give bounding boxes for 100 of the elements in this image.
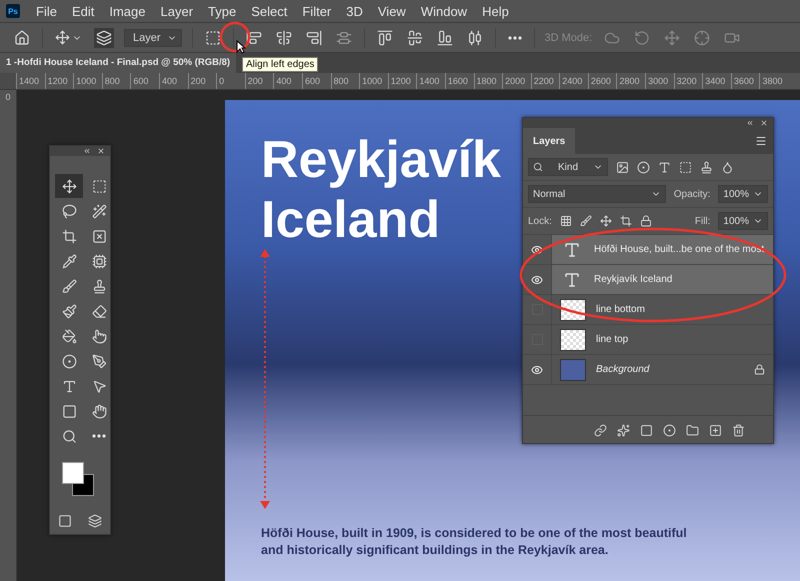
align-left-icon [246,30,262,46]
lock-pixels-icon[interactable] [560,215,572,227]
filter-dropdown[interactable]: Kind [528,158,608,176]
zoom-icon [62,428,76,444]
history-brush-icon [62,304,76,318]
smart-object-filter-icon[interactable] [700,160,713,174]
image-filter-icon[interactable] [616,160,629,174]
align-right-icon [306,30,322,46]
layer-row[interactable]: Background [552,355,773,384]
opacity-label: Opacity: [674,188,710,200]
menu-item[interactable]: Type [208,4,236,18]
menu-item[interactable]: View [378,4,406,18]
visibility-eye-icon[interactable] [531,244,543,256]
layer-row[interactable]: line top [552,325,773,354]
ruler-number: 1600 [444,73,474,89]
type-filter-icon[interactable] [658,160,671,174]
foreground-color-swatch[interactable] [62,462,84,484]
document-tab[interactable]: 1 -Hofdi House Iceland - Final.psd @ 50% (RGB/8) [0,53,236,73]
shape-layer-thumbnail [560,328,586,350]
ruler-number: 200 [244,73,274,89]
lock-all-icon[interactable] [640,215,652,227]
more-button[interactable] [506,34,524,42]
ruler-number: 1200 [44,73,74,89]
search-icon [533,162,543,172]
more-icon [92,434,106,438]
menu-item[interactable]: Select [251,4,288,18]
visibility-eye-icon[interactable] [531,364,543,376]
menu-item[interactable]: 3D [346,4,363,18]
menu-item[interactable]: Layer [160,4,194,18]
layer-row[interactable]: Reykjavík Iceland [552,265,773,294]
stamp-icon [92,278,106,294]
quick-mask-icon[interactable] [58,514,72,528]
ruler-number: 2400 [559,73,588,89]
ruler-number: 1200 [388,73,416,89]
menu-item[interactable]: File [36,4,57,18]
menu-item[interactable]: Image [109,4,146,18]
menu-item[interactable]: Window [420,4,468,18]
new-layer-icon[interactable] [709,424,722,437]
blend-mode-dropdown[interactable]: Normal [528,185,666,203]
ruler-number: 600 [302,73,331,89]
menu-item[interactable]: Edit [72,4,94,18]
layer-dropdown[interactable]: Layer [124,28,182,46]
ruler-number: 2000 [502,73,531,89]
close-icon[interactable] [97,147,105,155]
collapse-icon[interactable] [83,147,91,155]
document-caption: Höfði House, built in 1909, is considered to be one of the most beautiful and historically significant buildings in the Reykjavík area. [261,525,688,559]
align-top-icon [376,30,393,46]
layer-name: Background [596,364,650,375]
menu-item[interactable]: Filter [302,4,332,18]
layers-icon [96,30,112,46]
ruler-number: 1000 [359,73,388,89]
lock-artboard-icon[interactable] [620,215,632,227]
app-logo[interactable]: Ps [6,4,20,18]
hand-icon [92,404,106,418]
layers-tab[interactable]: Layers [523,128,576,154]
crosshair-icon [694,30,710,46]
ruler-number: 2600 [588,73,616,89]
ruler-number: 400 [273,73,302,89]
shape-filter-icon[interactable] [679,160,692,174]
collapse-icon[interactable] [746,119,754,127]
dashed-square-icon [204,30,221,46]
ruler-number: 3000 [645,73,674,89]
visibility-toggle[interactable] [532,304,542,315]
lock-paint-icon[interactable] [580,215,592,227]
filter-toggle-icon[interactable] [721,160,734,174]
menu-item[interactable]: Help [482,4,509,18]
ruler-number: 3800 [759,73,788,89]
paint-bucket-icon [62,328,76,344]
cloud-icon [604,30,620,46]
ruler-number: 0 [216,73,245,89]
ruler-number: 2200 [530,73,560,89]
layer-row[interactable]: line bottom [552,295,773,324]
ruler-number: 1000 [73,73,102,89]
ruler-number: 1400 [416,73,445,89]
link-icon[interactable] [594,424,607,437]
lock-position-icon[interactable] [600,215,612,227]
screen-mode-icon[interactable] [88,514,102,528]
home-icon [14,30,30,46]
ruler-number: 600 [130,73,159,89]
move-tool-button[interactable] [55,174,83,198]
mask-icon[interactable] [640,424,653,437]
ruler-number: 200 [188,73,216,89]
opacity-field[interactable]: 100% [718,185,768,203]
layer-name: line bottom [596,304,646,315]
folder-icon[interactable] [686,424,699,437]
fill-label: Fill: [694,216,710,226]
visibility-eye-icon[interactable] [531,274,543,286]
fill-field[interactable]: 100% [718,212,768,230]
ruler-number: 3200 [674,73,702,89]
close-icon[interactable] [760,119,768,127]
effects-icon[interactable] [617,424,630,437]
trash-icon[interactable] [732,424,745,437]
auto-select-button[interactable] [94,28,114,48]
tooltip: Align left edges [242,57,318,72]
ruler-number: 0 [5,92,10,102]
panel-menu-icon[interactable] [755,135,767,147]
eyedropper-icon [62,254,76,268]
document-title: Reykjavík [261,130,501,190]
annotation-circle [220,22,250,52]
eraser-icon [92,304,106,318]
